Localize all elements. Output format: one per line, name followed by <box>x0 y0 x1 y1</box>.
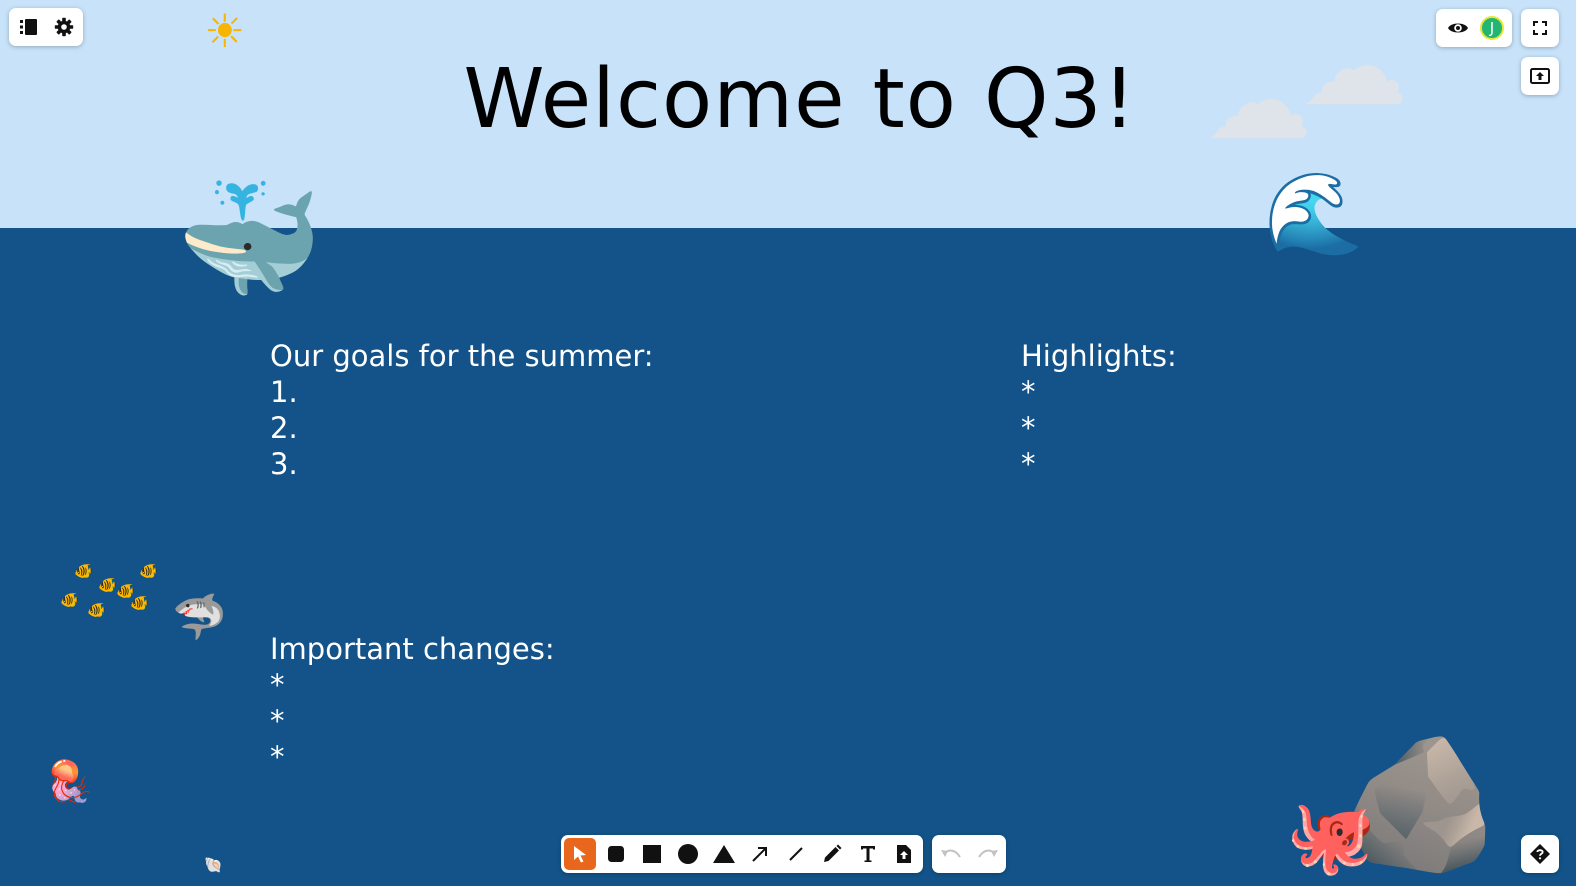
fish-sticker[interactable]: 🐠 <box>139 564 158 579</box>
sun-sticker[interactable]: ☀ <box>204 8 245 54</box>
board-title[interactable]: Welcome to Q3! <box>0 52 1576 148</box>
fullscreen-icon <box>1533 21 1547 35</box>
drawing-toolbar <box>561 835 923 873</box>
top-left-toolbar <box>9 8 83 46</box>
list-icon[interactable] <box>13 11 45 43</box>
export-button[interactable] <box>1521 57 1559 95</box>
arrow-icon <box>752 847 767 862</box>
help-icon <box>1530 844 1550 864</box>
history-toolbar <box>932 835 1006 873</box>
rectangle-tool[interactable] <box>636 838 668 870</box>
triangle-icon <box>713 845 735 863</box>
highlights-heading: Highlights: <box>1021 339 1177 373</box>
fish-sticker[interactable]: 🐠 <box>60 593 79 608</box>
jellyfish-sticker[interactable]: 🪼 <box>44 762 94 802</box>
export-icon <box>1530 68 1550 84</box>
goals-item: 2. <box>270 411 298 445</box>
user-avatar[interactable]: J <box>1480 16 1504 40</box>
goals-text-block[interactable]: Our goals for the summer: 1. 2. 3. <box>270 338 654 482</box>
text-icon <box>861 846 875 862</box>
changes-text-block[interactable]: Important changes: * * * <box>270 631 555 775</box>
goals-heading: Our goals for the summer: <box>270 339 654 373</box>
octopus-sticker[interactable]: 🐙 <box>1286 800 1376 872</box>
redo-icon <box>977 849 998 858</box>
shell-sticker[interactable]: 🐚 <box>204 858 223 873</box>
line-tool[interactable] <box>780 838 812 870</box>
help-button[interactable] <box>1521 835 1559 873</box>
rounded-rect-tool[interactable] <box>600 838 632 870</box>
rounded-rect-icon <box>608 846 624 862</box>
cursor-icon <box>574 846 586 863</box>
wave-sticker[interactable]: 🌊 <box>1264 174 1364 254</box>
undo-button[interactable] <box>935 838 967 870</box>
fish-sticker[interactable]: 🐠 <box>74 564 93 579</box>
changes-item: * <box>270 740 285 774</box>
upload-file-icon <box>897 845 911 863</box>
circle-tool[interactable] <box>672 838 704 870</box>
rectangle-icon <box>643 845 661 863</box>
fish-sticker[interactable]: 🐠 <box>87 603 106 618</box>
triangle-tool[interactable] <box>708 838 740 870</box>
avatar-initial: J <box>1489 19 1495 37</box>
highlights-item: * <box>1021 375 1036 409</box>
fullscreen-button[interactable] <box>1521 9 1559 47</box>
changes-heading: Important changes: <box>270 632 555 666</box>
select-tool[interactable] <box>564 838 596 870</box>
arrow-tool[interactable] <box>744 838 776 870</box>
changes-item: * <box>270 704 285 738</box>
presence-panel: J <box>1436 9 1512 47</box>
fish-sticker[interactable]: 🐠 <box>130 596 149 611</box>
upload-tool[interactable] <box>888 838 920 870</box>
pencil-icon <box>824 844 842 862</box>
highlights-text-block[interactable]: Highlights: * * * <box>1021 338 1177 482</box>
undo-icon <box>940 849 961 858</box>
highlights-item: * <box>1021 447 1036 481</box>
highlights-item: * <box>1021 411 1036 445</box>
line-icon <box>789 847 803 861</box>
fish-sticker[interactable]: 🐠 <box>98 578 117 593</box>
eye-icon[interactable] <box>1444 12 1472 44</box>
goals-item: 1. <box>270 375 298 409</box>
changes-item: * <box>270 668 285 702</box>
goals-item: 3. <box>270 447 298 481</box>
pencil-tool[interactable] <box>816 838 848 870</box>
whale-sticker[interactable]: 🐳 <box>176 180 323 298</box>
redo-button[interactable] <box>972 838 1004 870</box>
whiteboard-canvas[interactable]: ☀ ☁ ☁ 🐳 🌊 🐠 🐠 🐠 🐠 🐠 🐠 🐠 🦈 🪼 🐚 🪨 🐙 Welcom… <box>0 0 1576 886</box>
shark-sticker[interactable]: 🦈 <box>172 596 227 640</box>
text-tool[interactable] <box>852 838 884 870</box>
circle-icon <box>678 844 698 864</box>
gear-icon[interactable] <box>48 11 80 43</box>
